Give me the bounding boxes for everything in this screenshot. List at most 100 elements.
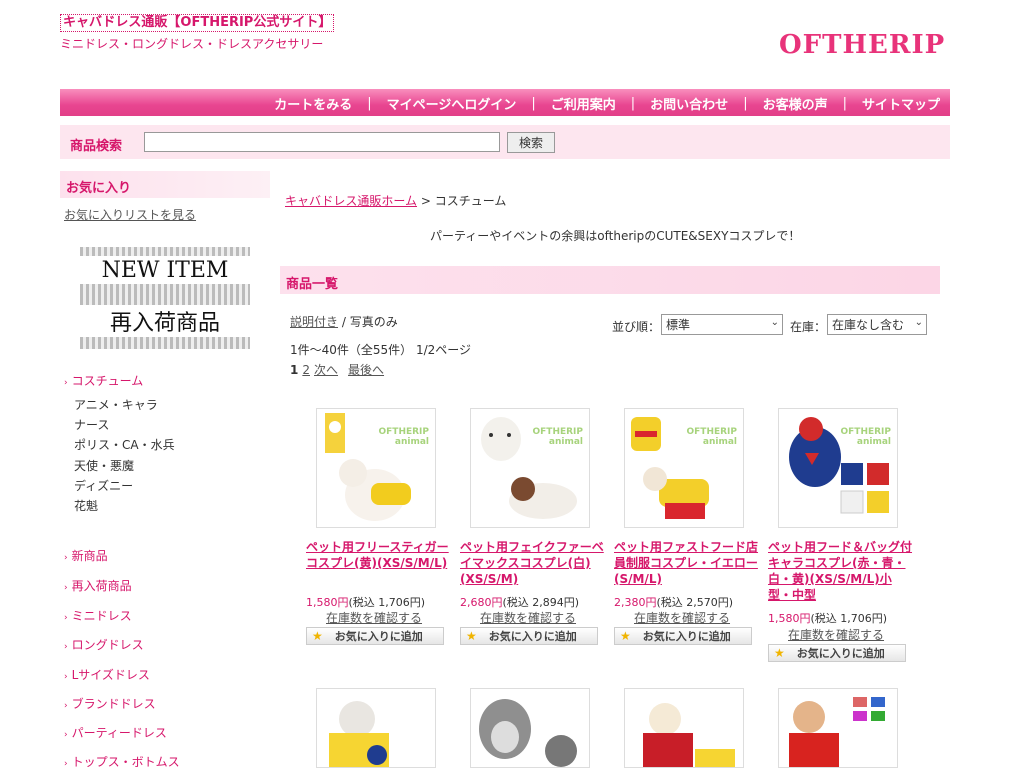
add-to-favorites-label[interactable]: お気に入りに追加 [335,628,423,644]
nav-label[interactable]: カートをみる [274,94,352,113]
sidebar-item-label[interactable]: 新商品 [72,549,108,563]
add-to-favorites-button[interactable]: ★ お気に入りに追加 [768,644,906,662]
chevron-right-icon: › [64,672,68,682]
search-input[interactable] [144,132,500,152]
nav-label[interactable]: マイページへログイン [387,94,517,113]
chevron-right-icon: › [64,730,68,740]
nav-label[interactable]: サイトマップ [862,94,940,113]
sidebar-item-label[interactable]: Lサイズドレス [72,668,150,682]
stock-check-link[interactable]: 在庫数を確認する [326,609,422,626]
stock-select-value[interactable]: 在庫なし含む [832,316,904,333]
sidebar-subitem[interactable]: ポリス・CA・水兵 [74,436,175,453]
sidebar-item-label[interactable]: 再入荷商品 [72,579,132,593]
sidebar-subitem[interactable]: アニメ・キャラ [74,396,158,413]
stock-check-link[interactable]: 在庫数を確認する [634,609,730,626]
sidebar-item[interactable]: › ブランドドレス [64,695,156,712]
product-photo [789,697,885,767]
pager-page-2[interactable]: 2 [302,363,310,377]
nav-sitemap[interactable]: サイトマップ [862,94,940,113]
product-image[interactable] [470,688,590,768]
site-title[interactable]: キャバドレス通販【OFTHERIP公式サイト】 [60,14,335,32]
star-icon: ★ [466,629,477,643]
nav-label[interactable]: お客様の声 [763,94,828,113]
product-list-heading-label: 商品一覧 [286,277,339,292]
product-image[interactable] [624,688,744,768]
add-to-favorites-button[interactable]: ★ お気に入りに追加 [614,627,752,645]
sidebar-item[interactable]: › Lサイズドレス [64,666,150,683]
add-to-favorites-button[interactable]: ★ お気に入りに追加 [460,627,598,645]
product-name-link[interactable]: ペット用フード＆バッグ付キャラコスプレ(赤・青・白・黄)(XS/S/M/L)小型… [768,539,914,603]
sidebar-subitem[interactable]: 花魁 [74,497,98,514]
sidebar-item-label[interactable]: ロングドレス [72,638,144,652]
add-to-favorites-label[interactable]: お気に入りに追加 [643,628,731,644]
pagination: 1 2 次へ 最後へ [290,361,384,378]
product-image[interactable]: OFTHERIP animal [470,408,590,528]
search-button[interactable]: 検索 [507,132,555,153]
favorites-list-link[interactable]: お気に入りリストを見る [64,206,196,223]
chevron-right-icon: › [64,583,68,593]
price-tax: (税込 1,706円) [810,612,888,625]
sidebar-item-label[interactable]: ミニドレス [72,609,132,623]
stock-select[interactable]: 在庫なし含む ⌄ [827,314,927,335]
sidebar-item-label[interactable]: パーティードレス [72,726,167,740]
chevron-down-icon: ⌄ [770,317,779,328]
product-photo [329,701,389,767]
sidebar-subitem[interactable]: 天使・悪魔 [74,457,134,474]
sidebar-item[interactable]: › 再入荷商品 [64,577,132,594]
add-to-favorites-label[interactable]: お気に入りに追加 [797,645,885,661]
nav-contact[interactable]: お問い合わせ | [650,94,762,113]
chevron-right-icon: › [64,613,68,623]
star-icon: ★ [620,629,631,643]
sidebar-item[interactable]: › トップス・ボトムス [64,753,180,770]
sidebar-item[interactable]: › ミニドレス [64,607,132,624]
stock-check-link[interactable]: 在庫数を確認する [480,609,576,626]
sidebar-item-label[interactable]: ブランドドレス [72,697,156,711]
product-name-link[interactable]: ペット用ファストフード店員制服コスプレ・イエロー(S/M/L) [614,539,760,587]
price-value: 2,380円 [614,596,657,609]
site-logo[interactable]: OFTHERIP [779,30,945,60]
product-name-link[interactable]: ペット用フェイクファーベイマックスコスプレ(白)(XS/S/M) [460,539,606,587]
breadcrumb-home[interactable]: キャバドレス通販ホーム [285,194,417,208]
sidebar-item[interactable]: › 新商品 [64,547,108,564]
sidebar-item-label[interactable]: コスチューム [72,374,144,388]
pager-last[interactable]: 最後へ [348,363,384,377]
view-with-description-link[interactable]: 説明付き [290,315,338,329]
sidebar-item[interactable]: › パーティードレス [64,724,167,741]
banner-new-item[interactable]: NEW ITEM [80,256,250,284]
product-image[interactable]: OFTHERIP animal [624,408,744,528]
stock-check-link[interactable]: 在庫数を確認する [788,626,884,643]
sidebar-subitem[interactable]: ナース [74,416,109,433]
brand-watermark: OFTHERIP animal [378,427,430,447]
product-image[interactable] [316,688,436,768]
product-name-link[interactable]: ペット用フリースティガーコスプレ(黄)(XS/S/M/L) [306,539,452,571]
banner-restock[interactable]: 再入荷商品 [80,305,250,337]
nav-voices[interactable]: お客様の声 | [763,94,862,113]
nav-label[interactable]: お問い合わせ [650,94,728,113]
product-price: 1,580円(税込 1,706円) [306,594,425,610]
new-item-banner[interactable]: NEW ITEM 再入荷商品 [80,247,250,349]
nav-guide[interactable]: ご利用案内 | [551,94,650,113]
view-separator: / [338,315,350,329]
sort-select[interactable]: 標準 ⌄ [661,314,783,335]
sidebar-item[interactable]: › ロングドレス [64,636,144,653]
nav-mypage-login[interactable]: マイページへログイン | [387,94,551,113]
nav-label[interactable]: ご利用案内 [551,94,616,113]
product-image[interactable]: OFTHERIP animal [316,408,436,528]
breadcrumb: キャバドレス通販ホーム > コスチューム [285,192,506,209]
pager-next[interactable]: 次へ [314,363,338,377]
add-to-favorites-button[interactable]: ★ お気に入りに追加 [306,627,444,645]
breadcrumb-current: コスチューム [434,194,507,208]
global-nav: カートをみる | マイページへログイン | ご利用案内 | お問い合わせ | お客様の声… [60,89,950,116]
sort-select-value[interactable]: 標準 [666,316,690,333]
nav-separator: | [367,96,372,111]
sidebar-subitem[interactable]: ディズニー [74,477,133,494]
sidebar-item-costume[interactable]: › コスチューム [64,372,143,389]
price-value: 1,580円 [768,612,811,625]
sidebar-item-label[interactable]: トップス・ボトムス [72,755,180,769]
add-to-favorites-label[interactable]: お気に入りに追加 [489,628,577,644]
nav-cart[interactable]: カートをみる | [274,94,386,113]
chevron-right-icon: › [64,553,68,563]
pager-current: 1 [290,363,299,377]
product-image[interactable] [778,688,898,768]
product-image[interactable]: OFTHERIP animal [778,408,898,528]
